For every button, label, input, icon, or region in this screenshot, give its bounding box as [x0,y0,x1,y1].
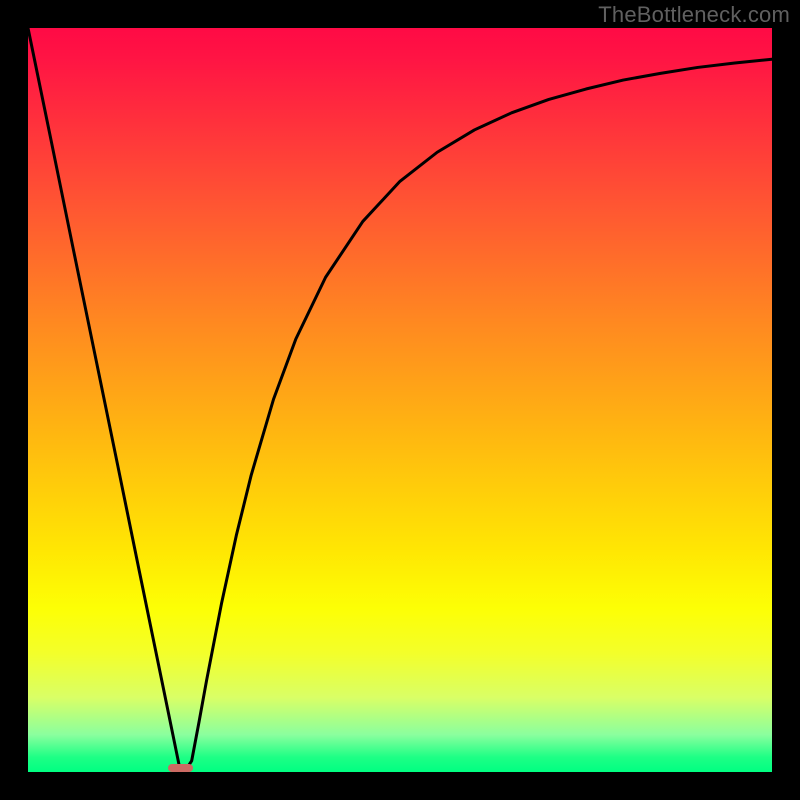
curve-layer [28,28,772,772]
plot-area [28,28,772,772]
optimal-marker [168,764,193,772]
bottleneck-curve [28,28,772,772]
chart-frame: TheBottleneck.com [0,0,800,800]
watermark-text: TheBottleneck.com [598,2,790,28]
